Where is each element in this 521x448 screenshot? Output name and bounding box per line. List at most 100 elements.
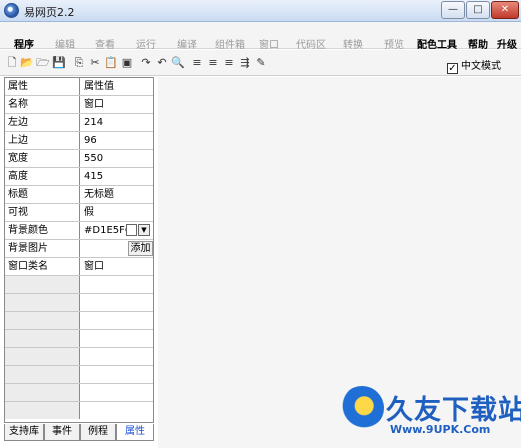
property-name-header: 属性 <box>5 78 80 95</box>
chinese-mode-label: 中文模式 <box>461 61 501 72</box>
edit-icon[interactable]: ✎ <box>254 56 268 70</box>
color-swatch[interactable] <box>126 224 137 236</box>
property-row-name[interactable]: 名称 窗口 <box>5 96 153 114</box>
app-icon <box>4 3 19 18</box>
empty-name-cell <box>5 402 80 419</box>
empty-property-row <box>5 276 153 294</box>
title-bar: 易网页2.2 — □ ✕ <box>0 0 521 22</box>
property-name: 背景颜色 <box>5 222 80 239</box>
watermark-url: Www.9UPK.Com <box>390 423 491 436</box>
menu-code-area[interactable]: 代码区 <box>296 36 326 51</box>
menu-color-tool[interactable]: 配色工具 <box>417 36 457 51</box>
maximize-button[interactable]: □ <box>466 1 490 19</box>
property-name: 高度 <box>5 168 80 185</box>
watermark-text: 久友下载站 <box>386 395 521 426</box>
menu-edit[interactable]: 编辑 <box>55 36 75 51</box>
menu-upgrade[interactable]: 升级 <box>497 36 517 51</box>
undo-icon[interactable]: ↶ <box>155 56 169 70</box>
property-name: 名称 <box>5 96 80 113</box>
menu-bar: 程序 编辑 查看 运行 编译 组件箱 窗口 代码区 转换 预览 配色工具 帮助 … <box>0 22 521 51</box>
property-row-visible[interactable]: 可视 假 <box>5 204 153 222</box>
property-value[interactable]: 无标题 <box>81 186 153 203</box>
menu-program[interactable]: 程序 <box>14 36 34 51</box>
panel-tabs: 支持库 事件 例程 属性 <box>4 424 154 441</box>
empty-name-cell <box>5 348 80 365</box>
property-grid: 属性 属性值 名称 窗口 左边 214 上边 96 宽度 550 高度 415 … <box>4 77 154 423</box>
add-image-button[interactable]: 添加 <box>128 241 153 256</box>
align-right-icon[interactable]: ≡ <box>222 56 236 70</box>
empty-property-row <box>5 312 153 330</box>
empty-property-row <box>5 384 153 402</box>
minimize-button[interactable]: — <box>441 1 465 19</box>
property-value[interactable]: 窗口 <box>81 96 153 113</box>
save-icon[interactable]: 💾 <box>52 56 66 70</box>
property-value[interactable]: 214 <box>81 114 153 131</box>
property-value[interactable]: 假 <box>81 204 153 221</box>
menu-compile[interactable]: 编译 <box>177 36 197 51</box>
tab-properties[interactable]: 属性 <box>116 424 154 441</box>
empty-name-cell <box>5 366 80 383</box>
property-name: 窗口类名 <box>5 258 80 275</box>
chevron-down-icon[interactable]: ▼ <box>138 224 150 236</box>
empty-property-row <box>5 402 153 420</box>
window-title: 易网页2.2 <box>24 6 75 19</box>
site-logo-icon <box>340 386 384 430</box>
empty-property-row <box>5 330 153 348</box>
menu-convert[interactable]: 转换 <box>343 36 363 51</box>
property-value-header: 属性值 <box>81 78 153 95</box>
align-justify-icon[interactable]: ⇶ <box>238 56 252 70</box>
align-left-icon[interactable]: ≡ <box>190 56 204 70</box>
tab-examples[interactable]: 例程 <box>80 424 116 441</box>
chinese-mode-checkbox[interactable]: ✓ 中文模式 <box>447 57 501 74</box>
empty-property-row <box>5 348 153 366</box>
property-row-top[interactable]: 上边 96 <box>5 132 153 150</box>
empty-property-row <box>5 366 153 384</box>
empty-name-cell <box>5 276 80 293</box>
property-row-bgcolor[interactable]: 背景颜色 #D1E5FC ▼ <box>5 222 153 240</box>
property-value[interactable]: 550 <box>81 150 153 167</box>
property-row-width[interactable]: 宽度 550 <box>5 150 153 168</box>
align-center-icon[interactable]: ≡ <box>206 56 220 70</box>
property-name: 背景图片 <box>5 240 80 257</box>
empty-name-cell <box>5 330 80 347</box>
property-name: 标题 <box>5 186 80 203</box>
property-name: 左边 <box>5 114 80 131</box>
menu-run[interactable]: 运行 <box>136 36 156 51</box>
watermark-logo: 久友下载站 Www.9UPK.Com <box>338 386 521 442</box>
property-header-row: 属性 属性值 <box>5 78 153 96</box>
open-folder-icon[interactable]: 📂 <box>20 56 34 70</box>
tab-events[interactable]: 事件 <box>44 424 80 441</box>
empty-name-cell <box>5 384 80 401</box>
property-name: 可视 <box>5 204 80 221</box>
copy-icon[interactable]: ⎘ <box>72 56 86 70</box>
menu-window[interactable]: 窗口 <box>259 36 279 51</box>
cut-icon[interactable]: ✂ <box>88 56 102 70</box>
close-button[interactable]: ✕ <box>491 1 519 19</box>
empty-name-cell <box>5 294 80 311</box>
menu-help[interactable]: 帮助 <box>468 36 488 51</box>
checkmark-icon[interactable]: ✓ <box>447 63 458 74</box>
property-row-title[interactable]: 标题 无标题 <box>5 186 153 204</box>
property-row-classname[interactable]: 窗口类名 窗口 <box>5 258 153 276</box>
property-value[interactable]: 窗口 <box>81 258 153 275</box>
property-name: 上边 <box>5 132 80 149</box>
property-value[interactable]: 96 <box>81 132 153 149</box>
toolbar: 🗋 📂 🗁 💾 ⎘ ✂ 📋 ▣ ↷ ↶ 🔍 ≡ ≡ ≡ ⇶ ✎ ✓ 中文模式 <box>0 50 521 76</box>
property-row-left[interactable]: 左边 214 <box>5 114 153 132</box>
empty-name-cell <box>5 312 80 329</box>
property-name: 宽度 <box>5 150 80 167</box>
empty-property-row <box>5 294 153 312</box>
paste-icon[interactable]: 📋 <box>104 56 118 70</box>
property-value[interactable]: 415 <box>81 168 153 185</box>
menu-components[interactable]: 组件箱 <box>215 36 245 51</box>
menu-view[interactable]: 查看 <box>95 36 115 51</box>
new-file-icon[interactable]: 🗋 <box>5 56 19 70</box>
open-project-icon[interactable]: 🗁 <box>36 56 50 70</box>
tab-support-library[interactable]: 支持库 <box>4 424 44 441</box>
property-row-bgimage[interactable]: 背景图片 添加 <box>5 240 153 258</box>
find-icon[interactable]: 🔍 <box>171 56 185 70</box>
property-row-height[interactable]: 高度 415 <box>5 168 153 186</box>
redo-icon[interactable]: ↷ <box>139 56 153 70</box>
form-icon[interactable]: ▣ <box>120 56 134 70</box>
menu-preview[interactable]: 预览 <box>384 36 404 51</box>
